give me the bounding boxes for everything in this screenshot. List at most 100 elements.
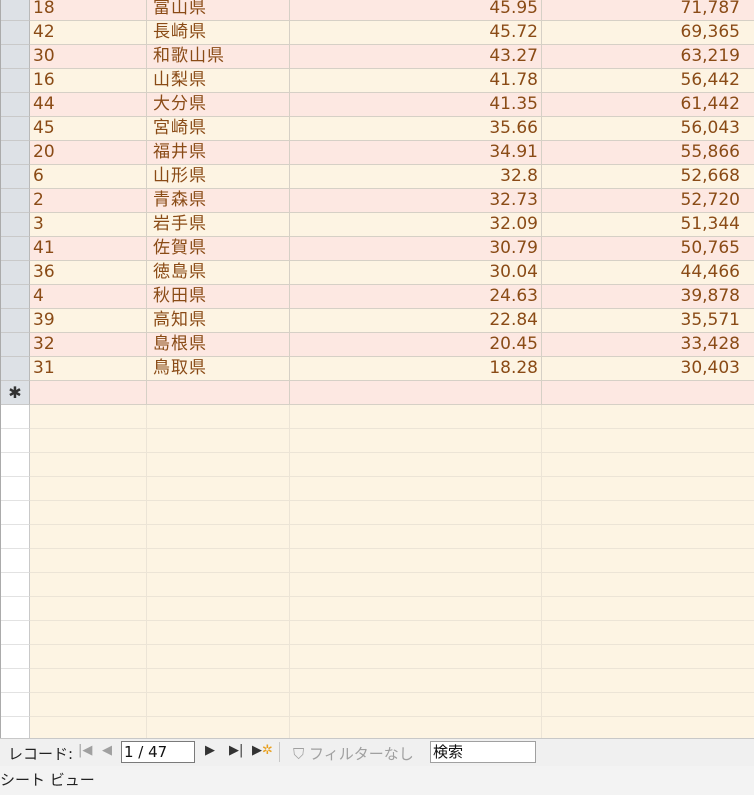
table-row[interactable]: 44 大分県 41.35 61,442 <box>1 93 754 117</box>
cell-value-1[interactable]: 30.79 <box>290 237 542 261</box>
cell-value-1[interactable]: 30.04 <box>290 261 542 285</box>
table-row[interactable]: 4 秋田県 24.63 39,878 <box>1 285 754 309</box>
cell-prefecture[interactable]: 大分県 <box>147 93 290 117</box>
cell-value-1[interactable]: 41.78 <box>290 69 542 93</box>
cell-id[interactable]: 3 <box>30 213 147 237</box>
cell-prefecture[interactable]: 山形県 <box>147 165 290 189</box>
row-selector[interactable] <box>1 213 30 237</box>
row-selector[interactable] <box>1 0 30 21</box>
table-row[interactable]: 3 岩手県 32.09 51,344 <box>1 213 754 237</box>
cell-id[interactable]: 31 <box>30 357 147 381</box>
first-record-icon[interactable]: |◀ <box>78 743 92 758</box>
cell-id[interactable]: 20 <box>30 141 147 165</box>
cell-value-2[interactable]: 50,765 <box>542 237 754 261</box>
table-row[interactable]: 16 山梨県 41.78 56,442 <box>1 69 754 93</box>
cell-id[interactable]: 45 <box>30 117 147 141</box>
cell-id[interactable]: 42 <box>30 21 147 45</box>
new-record-icon[interactable]: ▶✲ <box>252 743 273 758</box>
filter-toggle-button[interactable]: ⛉ フィルターなし <box>293 743 414 764</box>
cell-prefecture[interactable]: 和歌山県 <box>147 45 290 69</box>
cell-id[interactable]: 36 <box>30 261 147 285</box>
cell-id[interactable]: 6 <box>30 165 147 189</box>
cell-prefecture[interactable]: 山梨県 <box>147 69 290 93</box>
cell-value-1[interactable]: 18.28 <box>290 357 542 381</box>
cell-id[interactable]: 39 <box>30 309 147 333</box>
cell-value-1[interactable]: 45.72 <box>290 21 542 45</box>
row-selector[interactable] <box>1 189 30 213</box>
cell-value-2[interactable]: 30,403 <box>542 357 754 381</box>
cell-prefecture[interactable]: 秋田県 <box>147 285 290 309</box>
table-row[interactable]: 31 鳥取県 18.28 30,403 <box>1 357 754 381</box>
cell-value-1[interactable]: 43.27 <box>290 45 542 69</box>
cell-prefecture[interactable]: 佐賀県 <box>147 237 290 261</box>
cell-value-2[interactable]: 44,466 <box>542 261 754 285</box>
new-record-row[interactable]: ✱ <box>1 381 754 405</box>
table-row[interactable]: 20 福井県 34.91 55,866 <box>1 141 754 165</box>
new-record-icon[interactable]: ✱ <box>1 381 30 405</box>
table-row[interactable]: 6 山形県 32.8 52,668 <box>1 165 754 189</box>
cell-prefecture[interactable]: 宮崎県 <box>147 117 290 141</box>
table-row[interactable]: 39 高知県 22.84 35,571 <box>1 309 754 333</box>
cell-value-2[interactable]: 33,428 <box>542 333 754 357</box>
cell-prefecture[interactable]: 高知県 <box>147 309 290 333</box>
row-selector[interactable] <box>1 237 30 261</box>
cell-id[interactable]: 44 <box>30 93 147 117</box>
table-row[interactable]: 45 宮崎県 35.66 56,043 <box>1 117 754 141</box>
table-row[interactable]: 18 富山県 45.95 71,787 <box>1 0 754 21</box>
cell-value-2[interactable]: 35,571 <box>542 309 754 333</box>
table-row[interactable]: 41 佐賀県 30.79 50,765 <box>1 237 754 261</box>
cell-value-2[interactable]: 56,043 <box>542 117 754 141</box>
cell-value-1[interactable]: 20.45 <box>290 333 542 357</box>
cell-value-1[interactable]: 32.09 <box>290 213 542 237</box>
cell-prefecture[interactable]: 富山県 <box>147 0 290 21</box>
row-selector[interactable] <box>1 21 30 45</box>
cell-value-2[interactable] <box>542 381 754 405</box>
cell-value-1[interactable]: 34.91 <box>290 141 542 165</box>
cell-prefecture[interactable]: 福井県 <box>147 141 290 165</box>
cell-value-1[interactable] <box>290 381 542 405</box>
row-selector[interactable] <box>1 333 30 357</box>
cell-prefecture[interactable]: 鳥取県 <box>147 357 290 381</box>
record-number-input[interactable]: 1 / 47 <box>121 741 195 763</box>
cell-prefecture[interactable]: 青森県 <box>147 189 290 213</box>
table-row[interactable]: 36 徳島県 30.04 44,466 <box>1 261 754 285</box>
cell-value-1[interactable]: 24.63 <box>290 285 542 309</box>
row-selector[interactable] <box>1 165 30 189</box>
last-record-icon[interactable]: ▶| <box>229 743 243 758</box>
row-selector[interactable] <box>1 261 30 285</box>
prev-record-icon[interactable]: ◀ <box>102 743 112 758</box>
table-row[interactable]: 42 長崎県 45.72 69,365 <box>1 21 754 45</box>
cell-id[interactable] <box>30 381 147 405</box>
cell-value-1[interactable]: 35.66 <box>290 117 542 141</box>
table-row[interactable]: 32 島根県 20.45 33,428 <box>1 333 754 357</box>
cell-id[interactable]: 2 <box>30 189 147 213</box>
cell-value-2[interactable]: 63,219 <box>542 45 754 69</box>
cell-id[interactable]: 4 <box>30 285 147 309</box>
cell-value-2[interactable]: 61,442 <box>542 93 754 117</box>
cell-prefecture[interactable] <box>147 381 290 405</box>
cell-value-1[interactable]: 45.95 <box>290 0 542 21</box>
table-row[interactable]: 2 青森県 32.73 52,720 <box>1 189 754 213</box>
cell-id[interactable]: 30 <box>30 45 147 69</box>
cell-prefecture[interactable]: 岩手県 <box>147 213 290 237</box>
cell-id[interactable]: 16 <box>30 69 147 93</box>
cell-value-2[interactable]: 69,365 <box>542 21 754 45</box>
cell-id[interactable]: 18 <box>30 0 147 21</box>
cell-prefecture[interactable]: 島根県 <box>147 333 290 357</box>
table-row[interactable]: 30 和歌山県 43.27 63,219 <box>1 45 754 69</box>
cell-value-2[interactable]: 56,442 <box>542 69 754 93</box>
row-selector[interactable] <box>1 141 30 165</box>
cell-value-1[interactable]: 32.8 <box>290 165 542 189</box>
row-selector[interactable] <box>1 285 30 309</box>
cell-prefecture[interactable]: 長崎県 <box>147 21 290 45</box>
next-record-icon[interactable]: ▶ <box>205 743 215 758</box>
cell-value-2[interactable]: 52,668 <box>542 165 754 189</box>
cell-value-1[interactable]: 22.84 <box>290 309 542 333</box>
row-selector[interactable] <box>1 45 30 69</box>
row-selector[interactable] <box>1 93 30 117</box>
cell-prefecture[interactable]: 徳島県 <box>147 261 290 285</box>
row-selector[interactable] <box>1 309 30 333</box>
search-input[interactable]: 検索 <box>430 741 536 763</box>
row-selector[interactable] <box>1 117 30 141</box>
row-selector[interactable] <box>1 357 30 381</box>
